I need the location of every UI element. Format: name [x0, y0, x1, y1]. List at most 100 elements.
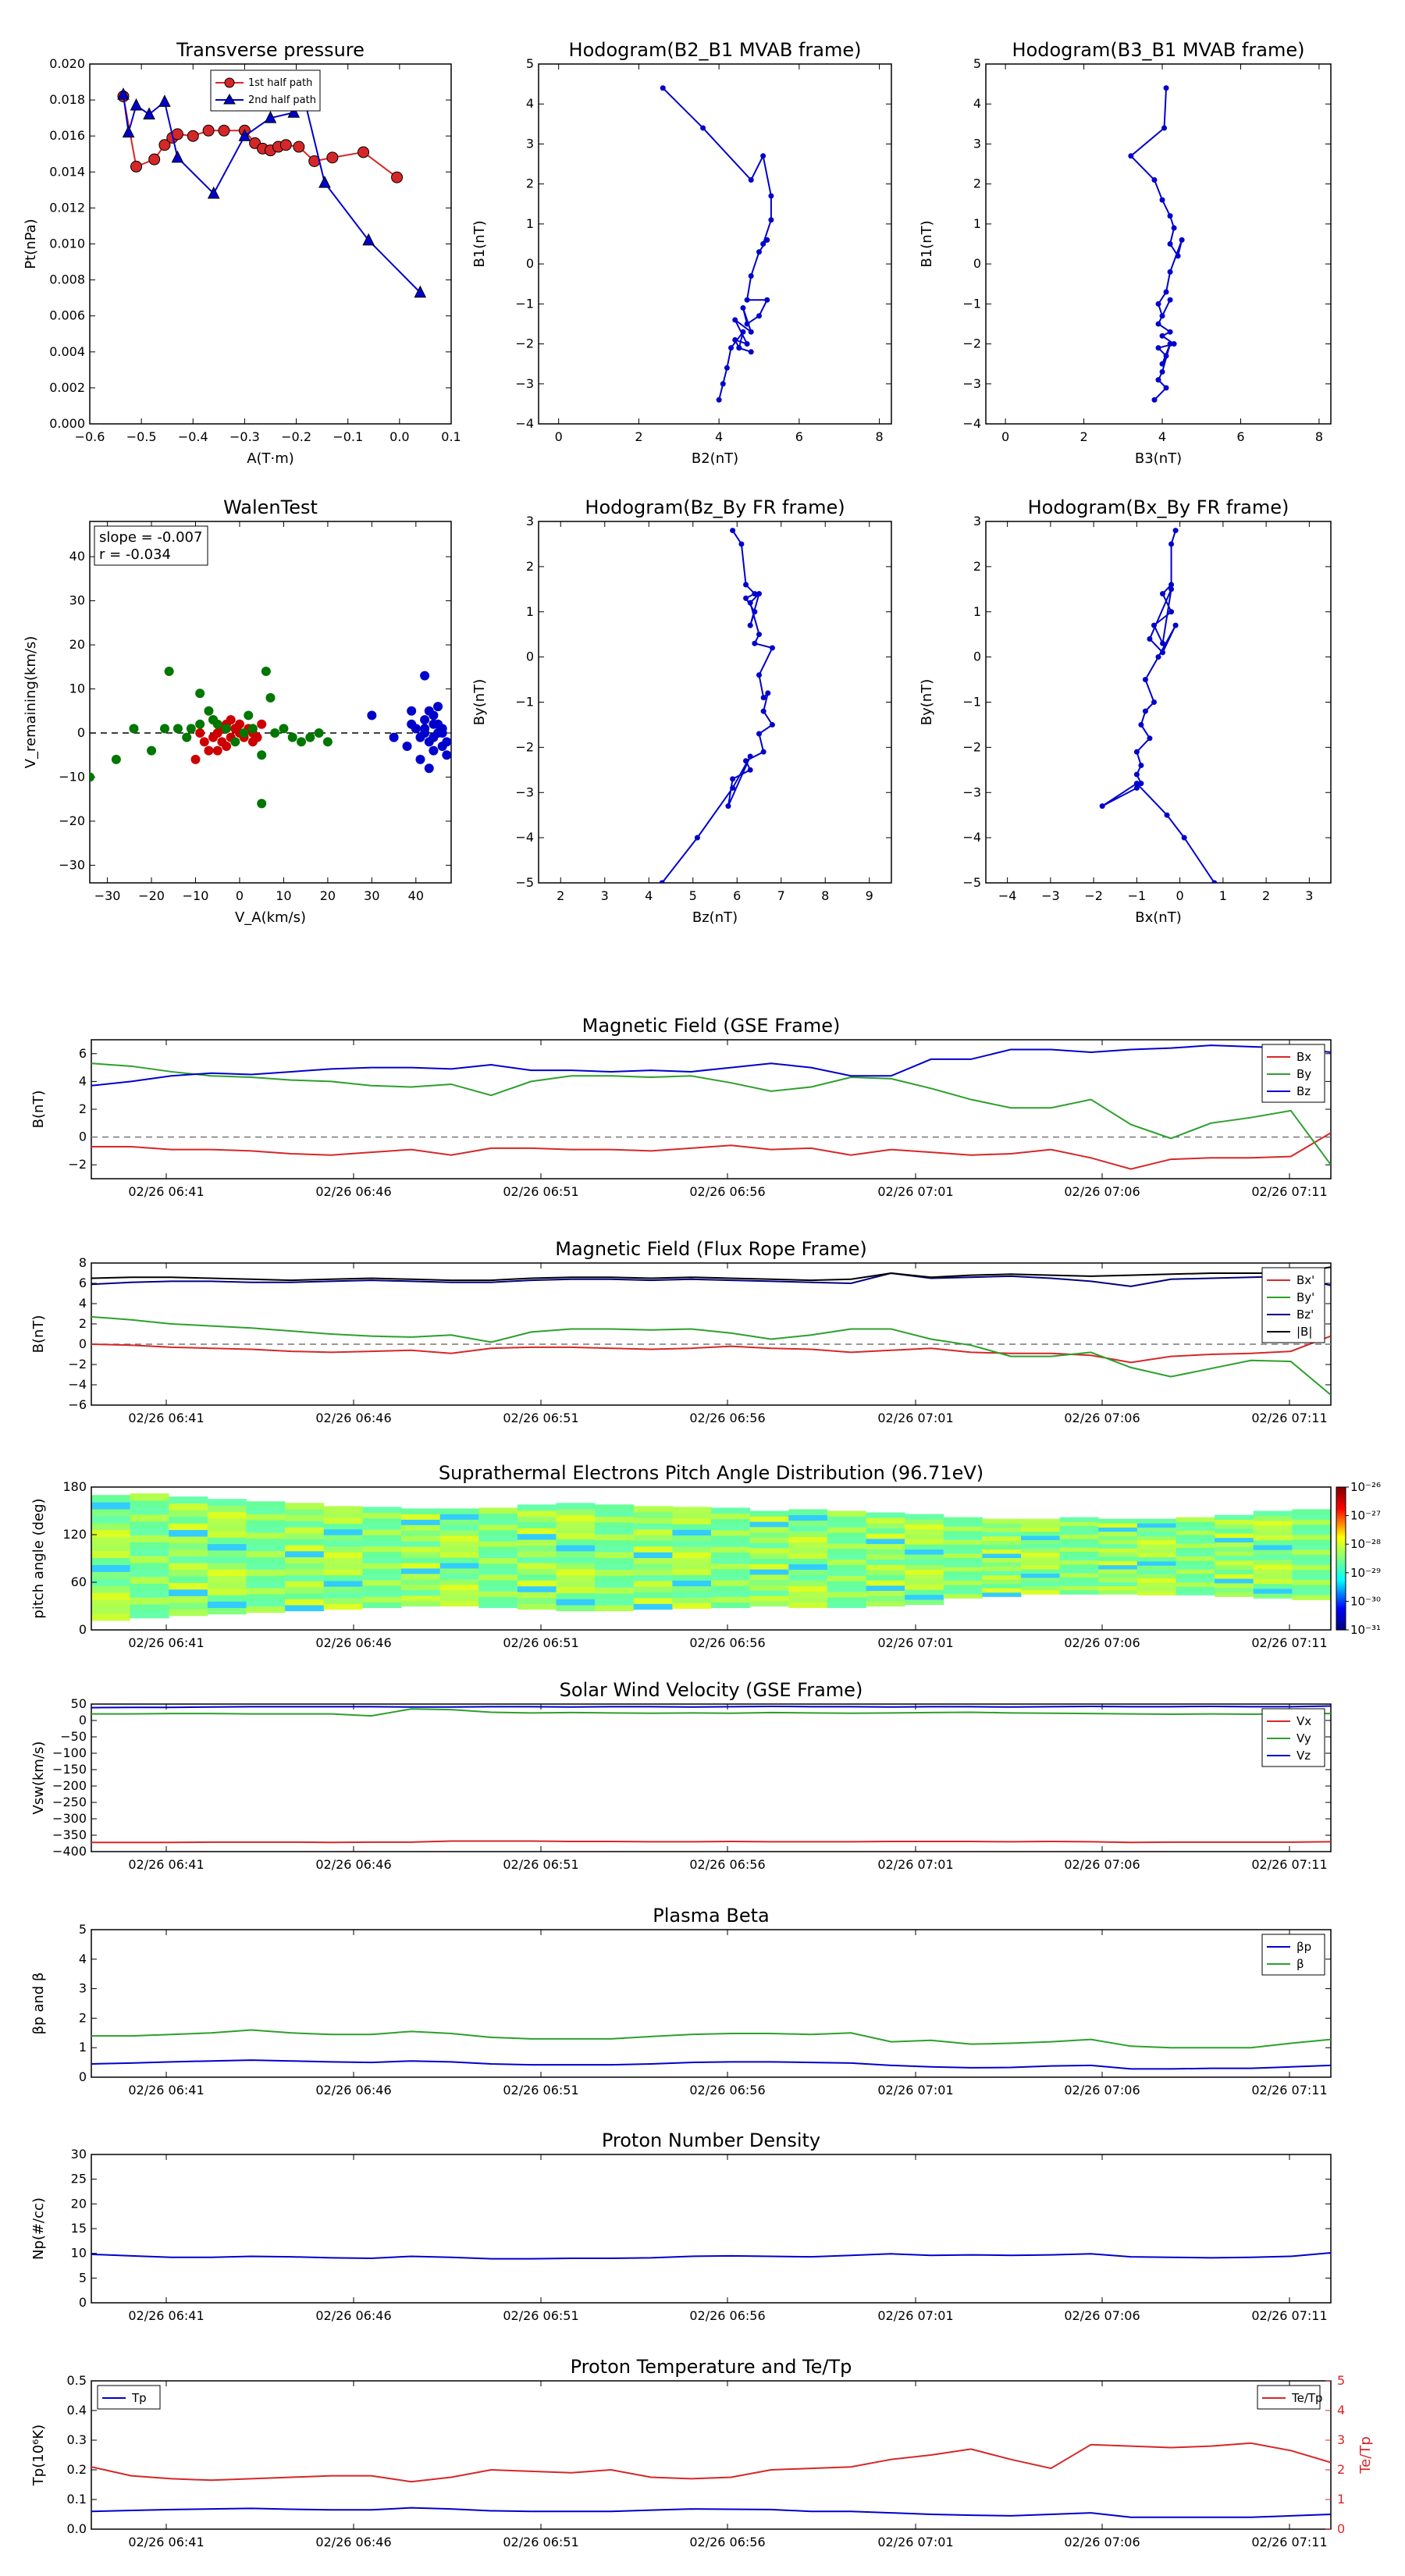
x-tick-label: −3: [1041, 888, 1060, 903]
data-point: [1161, 125, 1168, 131]
heatmap-cell: [1176, 1539, 1215, 1544]
heatmap-cell: [827, 1559, 866, 1565]
heatmap-cell: [1176, 1521, 1215, 1527]
series-line-By-: [91, 1315, 1331, 1396]
heatmap-cell: [517, 1562, 557, 1569]
plot-area: [91, 2252, 1331, 2260]
x-tick-label: 4: [645, 888, 653, 903]
heatmap-cell: [517, 1580, 557, 1587]
y-tick-label: 20: [69, 637, 85, 652]
heatmap-cell: [1059, 1585, 1099, 1591]
data-point: [756, 731, 762, 737]
heatmap-cell: [478, 1524, 518, 1531]
heatmap-cell: [246, 1557, 286, 1564]
heatmap-cell: [169, 1596, 208, 1603]
heatmap-cell: [556, 1503, 596, 1510]
y-axis-label: V_remaining(km/s): [23, 636, 39, 769]
x-tick-label: 2: [557, 888, 564, 903]
heatmap-cell: [595, 1569, 635, 1576]
data-point: [752, 609, 758, 615]
heatmap-cell: [943, 1517, 983, 1522]
data-point: [293, 141, 305, 153]
heatmap-cell: [749, 1516, 789, 1522]
heatmap-cell: [246, 1525, 286, 1533]
y-tick-label: 0: [973, 649, 981, 664]
heatmap-cell: [478, 1507, 518, 1514]
heatmap-cell: [556, 1586, 596, 1594]
heatmap-cell: [246, 1507, 286, 1514]
heatmap-cell: [439, 1600, 479, 1606]
heatmap-cell: [91, 1606, 131, 1614]
heatmap-cell: [1253, 1574, 1293, 1579]
heatmap-cell: [749, 1569, 789, 1575]
y-tick-label: 0.016: [49, 128, 85, 143]
data-point: [732, 317, 738, 323]
y-tick-label: 30: [71, 2147, 87, 2161]
data-point: [747, 753, 753, 760]
heatmap-cell: [285, 1592, 325, 1599]
heatmap-cell: [1253, 1593, 1293, 1599]
y-tick-label: −2: [962, 336, 981, 351]
data-point: [433, 702, 443, 712]
heatmap-cell: [1253, 1510, 1293, 1517]
heatmap-cell: [905, 1528, 944, 1535]
heatmap-cell: [169, 1609, 208, 1617]
heatmap-cell: [401, 1541, 441, 1547]
heatmap-cell: [401, 1530, 441, 1536]
y-tick-label: 40: [69, 549, 85, 564]
heatmap-cell: [595, 1504, 635, 1511]
x-tick-label: −30: [94, 888, 121, 903]
data-point: [265, 692, 276, 703]
heatmap-cell: [672, 1507, 712, 1514]
heatmap-cell: [1215, 1587, 1254, 1592]
x-tick-label: 40: [408, 888, 424, 903]
x-tick-label: 02/26 06:41: [128, 2535, 204, 2549]
y-tick-label: −10: [59, 769, 85, 784]
colorbar: [1336, 1486, 1346, 1631]
y-tick-label: −4: [515, 416, 534, 431]
y-tick-label: 3: [973, 514, 981, 528]
x-tick-label: 02/26 06:56: [689, 2535, 765, 2549]
heatmap-cell: [1136, 1531, 1176, 1536]
data-point: [1128, 153, 1134, 159]
heatmap-cell: [866, 1522, 905, 1529]
heatmap-cell: [1253, 1588, 1293, 1594]
heatmap-cell: [1253, 1539, 1293, 1546]
heatmap-cell: [827, 1585, 866, 1592]
heatmap-cell: [595, 1605, 635, 1612]
heatmap-cell: [1021, 1531, 1061, 1536]
chart-title: Hodogram(Bx_By FR frame): [1028, 496, 1289, 518]
data-point: [760, 153, 767, 159]
heatmap-cell: [633, 1528, 673, 1535]
heatmap-cell: [478, 1585, 518, 1592]
heatmap-cell: [1253, 1525, 1293, 1531]
y-tick-label: 1: [526, 216, 534, 231]
heatmap-cell: [866, 1538, 905, 1545]
data-point: [1167, 241, 1173, 247]
data-point: [748, 272, 754, 279]
heatmap-cell: [1059, 1577, 1099, 1582]
y-tick-label: 0.008: [49, 272, 85, 287]
heatmap-cell: [982, 1592, 1022, 1597]
heatmap-cell: [285, 1539, 325, 1546]
data-point: [1151, 397, 1158, 403]
heatmap-cell: [91, 1543, 131, 1552]
heatmap-cell: [323, 1603, 363, 1610]
heatmap-cell: [672, 1591, 712, 1598]
plot-area: [91, 1705, 1331, 1844]
plot-frame: [985, 63, 1332, 425]
chart-title: Hodogram(B3_B1 MVAB frame): [1012, 39, 1305, 61]
data-point: [748, 349, 754, 355]
data-point: [1168, 541, 1175, 547]
data-point: [725, 803, 731, 809]
y-tick-label: 0: [79, 1713, 87, 1727]
heatmap-cell: [1059, 1568, 1099, 1574]
heatmap-cell: [362, 1529, 402, 1535]
heatmap-cell: [285, 1527, 325, 1534]
heatmap-cell: [827, 1564, 866, 1571]
heatmap-cell: [478, 1579, 518, 1586]
heatmap-cell: [517, 1568, 557, 1575]
y-tick-label: −4: [68, 1377, 87, 1392]
data-point: [257, 719, 267, 729]
y-axis-label: B(nT): [30, 1091, 47, 1129]
